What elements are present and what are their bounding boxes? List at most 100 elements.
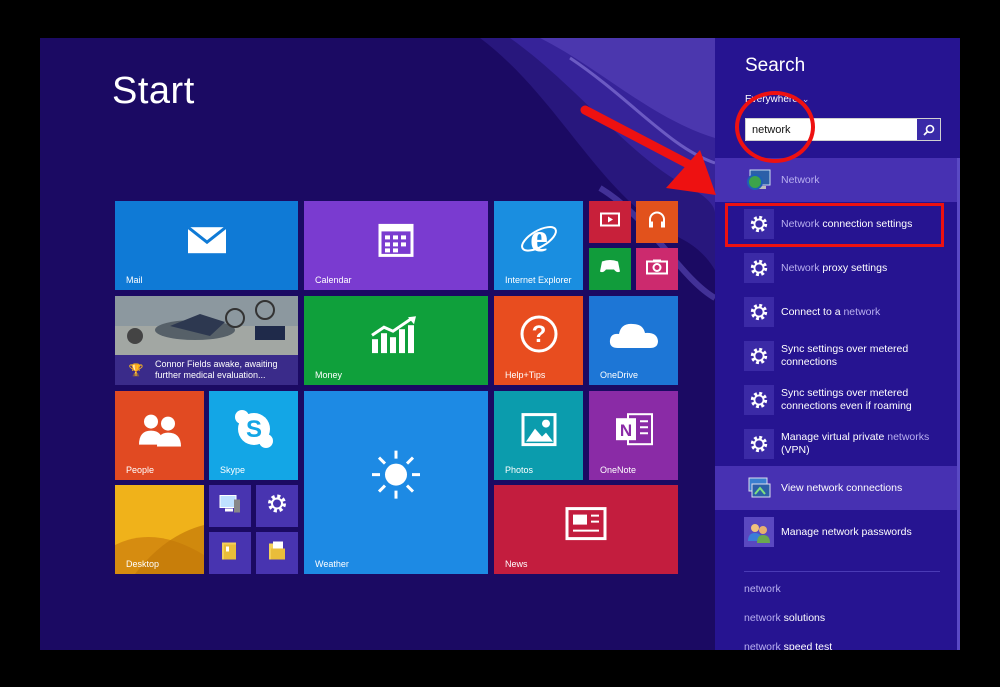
tile-label: News [505, 559, 528, 569]
tile-music[interactable] [636, 201, 678, 243]
internet-explorer-icon: e [518, 214, 560, 264]
result-label: Manage network passwords [781, 525, 912, 538]
tile-internet-explorer[interactable]: e Internet Explorer [494, 201, 583, 290]
users-icon [744, 517, 774, 547]
gear-icon [744, 297, 774, 327]
search-result-sync-metered-roaming[interactable]: Sync settings over metered connections e… [715, 378, 960, 422]
tile-money[interactable]: Money [304, 296, 488, 385]
sun-icon [369, 447, 423, 506]
news-caption-bar: 🏆 Connor Fields awake, awaiting further … [115, 355, 298, 385]
gear-icon [744, 253, 774, 283]
tile-photos[interactable]: Photos [494, 391, 583, 480]
envelope-icon [186, 225, 227, 259]
news-photo [115, 296, 298, 356]
question-icon: ? [519, 314, 559, 359]
search-icon [922, 124, 934, 136]
svg-text:N: N [619, 421, 631, 440]
chevron-down-icon: ⌄ [801, 94, 810, 104]
suggestion-match: network [744, 641, 781, 650]
tile-documents[interactable] [256, 532, 298, 574]
tile-people[interactable]: People [115, 391, 204, 480]
search-result-manage-network-passwords[interactable]: Manage network passwords [715, 510, 960, 554]
tile-calendar[interactable]: Calendar [304, 201, 488, 290]
result-label-match: network [843, 305, 881, 318]
divider [744, 571, 940, 572]
search-suggestion[interactable]: network [744, 583, 781, 595]
svg-text:?: ? [531, 321, 546, 348]
folder-icon [220, 541, 240, 566]
document-folder-icon [267, 541, 287, 566]
search-result-connect-to-network[interactable]: Connect to a network [715, 290, 960, 334]
tile-label: Weather [315, 559, 349, 569]
tile-onenote[interactable]: N OneNote [589, 391, 678, 480]
page-title: Start [112, 70, 195, 112]
people-icon [137, 412, 183, 451]
trophy-icon: 🏆 [128, 363, 144, 377]
gear-icon [744, 209, 774, 239]
photo-icon [521, 412, 557, 451]
svg-text:S: S [245, 416, 261, 443]
search-scope-dropdown[interactable]: Everywhere ⌄ [745, 94, 809, 105]
result-label-rest: proxy settings [819, 261, 888, 274]
search-scrollbar[interactable] [957, 158, 960, 650]
search-result-network-proxy-settings[interactable]: Network proxy settings [715, 246, 960, 290]
result-label-match: Network [781, 173, 820, 186]
tile-desktop[interactable]: Desktop [115, 485, 204, 574]
search-suggestion[interactable]: network speed test [744, 641, 832, 650]
search-result-view-network-connections[interactable]: View network connections [715, 466, 960, 510]
tile-onedrive[interactable]: OneDrive [589, 296, 678, 385]
suggestion-match: network [744, 583, 781, 595]
tile-games[interactable] [589, 248, 631, 290]
tile-this-pc[interactable] [209, 485, 251, 527]
camera-icon [646, 259, 668, 280]
tile-video[interactable] [589, 201, 631, 243]
tile-label: Photos [505, 465, 534, 475]
result-label: Sync settings over metered connections e… [781, 387, 912, 412]
tile-pc-settings[interactable] [256, 485, 298, 527]
skype-icon: S [234, 409, 274, 454]
newspaper-icon [565, 506, 607, 545]
result-label: View network connections [781, 481, 903, 494]
result-label-prefix: Manage virtual private [781, 431, 888, 443]
tile-label: Mail [126, 275, 143, 285]
result-label: Sync settings over metered connections [781, 343, 909, 368]
search-suggestion[interactable]: network solutions [744, 612, 825, 624]
tile-weather[interactable]: Weather [304, 391, 488, 574]
cloud-icon [608, 320, 660, 355]
search-result-sync-metered[interactable]: Sync settings over metered connections [715, 334, 960, 378]
tile-skype[interactable]: S Skype [209, 391, 298, 480]
svg-text:e: e [530, 217, 548, 259]
tile-label: Skype [220, 465, 246, 475]
search-result-manage-vpn[interactable]: Manage virtual private networks (VPN) [715, 422, 960, 466]
suggestion-match: network [744, 612, 781, 624]
search-input-value: network [752, 124, 791, 136]
headphones-icon [647, 210, 667, 235]
tile-label: People [126, 465, 155, 475]
search-input[interactable]: network [745, 118, 941, 141]
tile-label: Desktop [126, 559, 160, 569]
result-label-rest: connection settings [819, 217, 913, 230]
network-globe-icon [744, 165, 774, 195]
result-label-match: networks [887, 431, 930, 443]
tile-file-explorer[interactable] [209, 532, 251, 574]
suggestion-rest: solutions [780, 612, 826, 624]
search-button[interactable] [917, 119, 940, 140]
tile-help-tips[interactable]: ? Help+Tips [494, 296, 583, 385]
xbox-controller-icon [599, 259, 621, 280]
tile-camera[interactable] [636, 248, 678, 290]
chart-up-icon [370, 315, 422, 358]
video-icon [600, 212, 620, 233]
result-label-match: Network [781, 261, 820, 274]
tile-label: Internet Explorer [505, 275, 572, 285]
suggestion-rest: speed test [780, 641, 833, 650]
calendar-icon [378, 221, 414, 262]
tile-label: Calendar [315, 275, 352, 285]
onenote-icon: N [614, 410, 654, 453]
tile-news[interactable]: News [494, 485, 678, 574]
tile-sports-news[interactable]: 🏆 Connor Fields awake, awaiting further … [115, 296, 298, 385]
search-result-network[interactable]: Network [715, 158, 960, 202]
search-result-network-connection-settings[interactable]: Network connection settings [715, 202, 960, 246]
result-label-prefix: Connect to a [781, 305, 844, 318]
tile-mail[interactable]: Mail [115, 201, 298, 290]
search-title: Search [745, 55, 806, 76]
